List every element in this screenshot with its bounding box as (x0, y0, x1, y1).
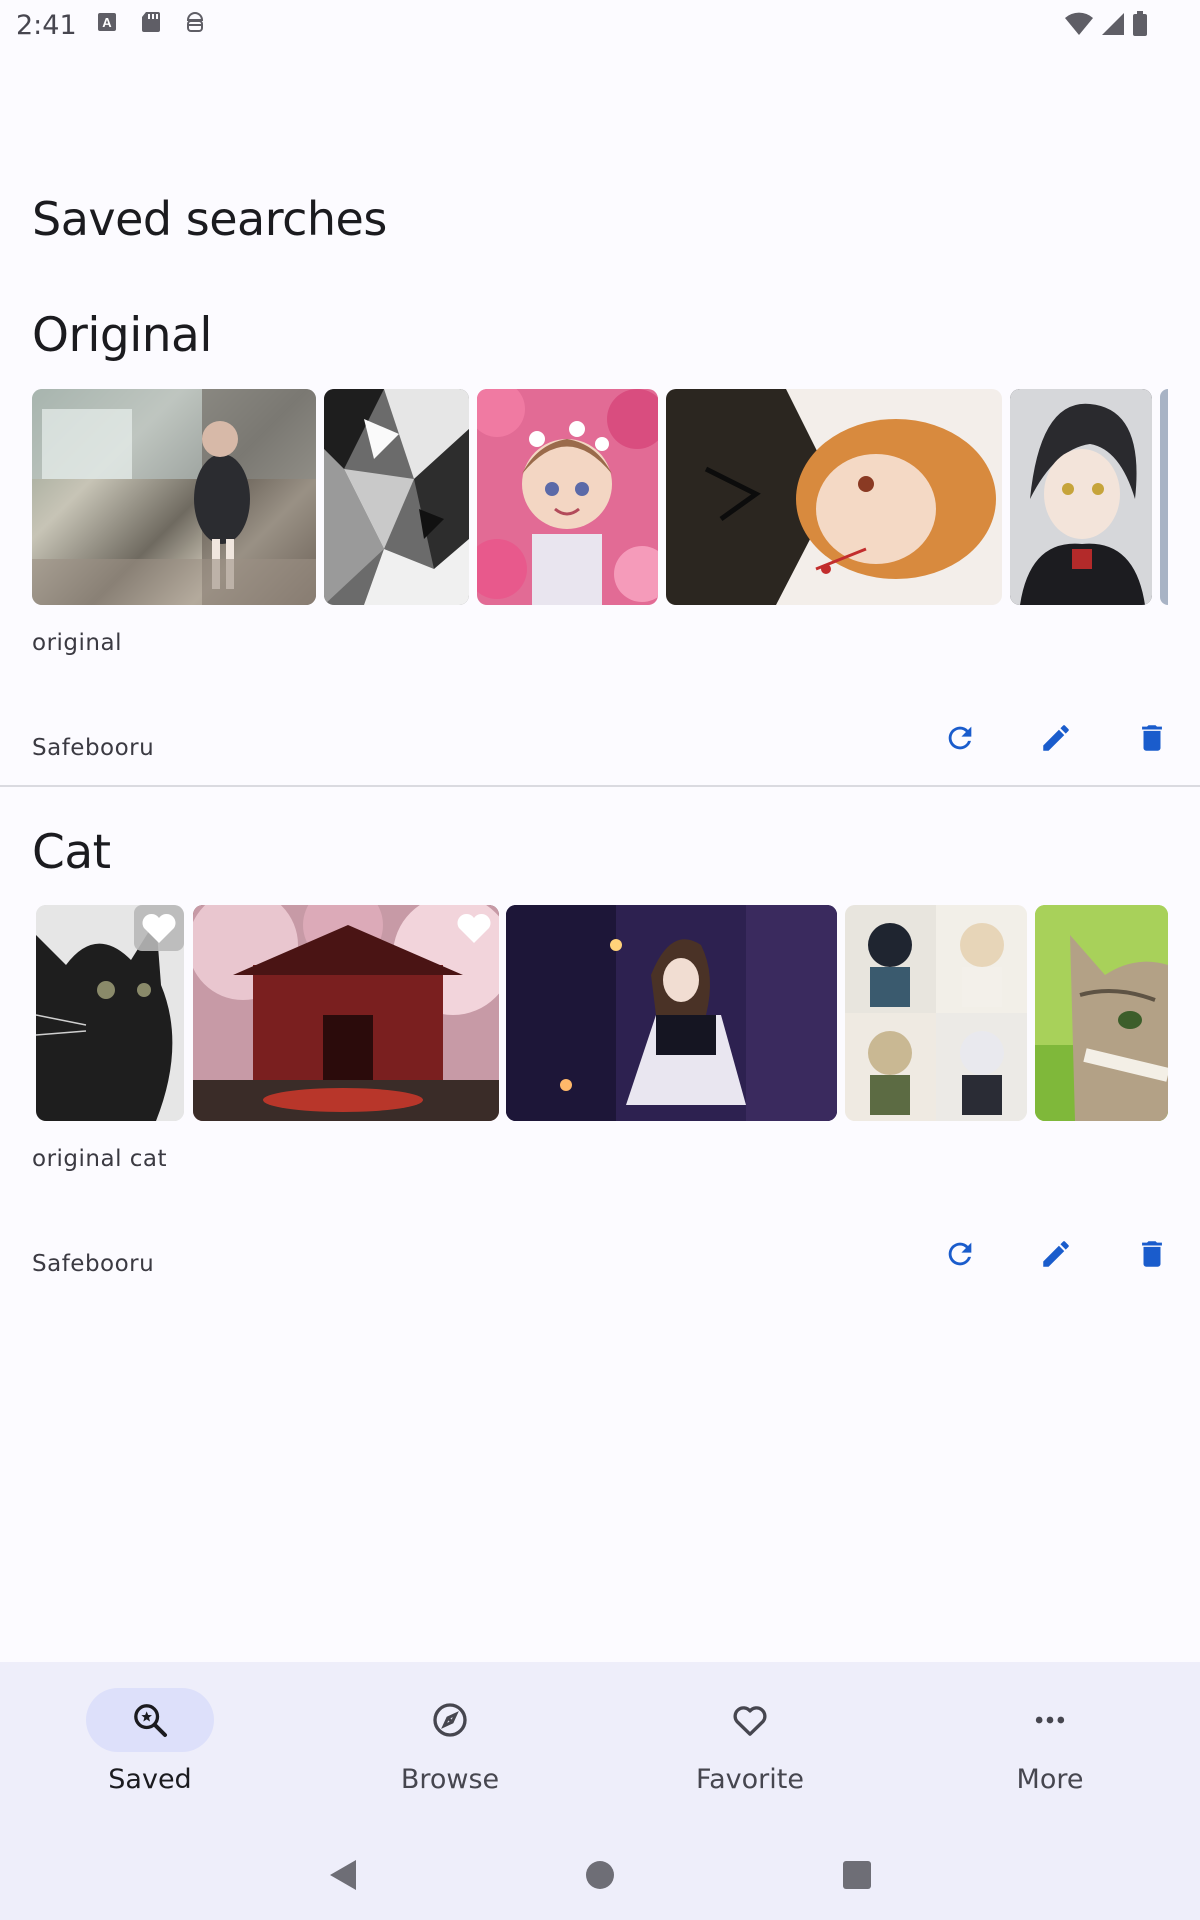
status-icons-right (1064, 10, 1148, 38)
search-source: Safebooru (32, 735, 155, 761)
thumbnail-strip[interactable] (32, 389, 1168, 605)
nav-label: Saved (108, 1764, 192, 1795)
saved-search-title[interactable]: Original (32, 308, 212, 363)
red-hair-boy-image[interactable] (666, 389, 1002, 605)
system-home-button[interactable] (575, 1850, 625, 1900)
system-recents-button[interactable] (832, 1850, 882, 1900)
refresh-icon (948, 726, 972, 750)
edit-pencil-icon (1043, 725, 1069, 751)
favorite-heart-icon[interactable] (449, 905, 499, 951)
nav-label: Browse (400, 1764, 500, 1795)
night-maid-image[interactable] (506, 905, 837, 1121)
monochrome-art-image[interactable] (324, 389, 469, 605)
search-query: original (32, 630, 122, 656)
delete-button[interactable] (1128, 714, 1176, 762)
nav-item-saved[interactable]: Saved (0, 1662, 300, 1832)
search-query: original cat (32, 1146, 168, 1172)
refresh-icon (948, 1242, 972, 1266)
nav-item-favorite[interactable]: Favorite (600, 1662, 900, 1832)
edit-button[interactable] (1032, 714, 1080, 762)
status-time: 2:41 (16, 10, 77, 41)
keyboard-a-icon: A (98, 13, 116, 31)
svg-text:A: A (102, 15, 112, 30)
nav-item-more[interactable]: More (900, 1662, 1200, 1832)
status-icons-left: A (96, 10, 206, 36)
system-back-button[interactable] (318, 1850, 368, 1900)
refresh-button[interactable] (936, 1230, 984, 1278)
cherry-blossom-temple-image[interactable] (193, 905, 499, 1121)
edit-pencil-icon (1043, 1241, 1069, 1267)
nav-label: More (1016, 1764, 1084, 1795)
back-icon (330, 1860, 356, 1890)
wifi-icon (1065, 12, 1093, 35)
sd-card-icon (142, 12, 160, 32)
home-icon (586, 1861, 614, 1889)
search-source: Safebooru (32, 1251, 155, 1277)
trash-icon (1142, 725, 1162, 751)
edit-button[interactable] (1032, 1230, 1080, 1278)
saved-search-title[interactable]: Cat (32, 825, 111, 880)
trash-icon (1142, 1241, 1162, 1267)
android-debug-icon (186, 12, 204, 32)
search-star-icon (134, 1704, 167, 1737)
page-title: Saved searches (32, 192, 387, 246)
cell-signal-icon (1102, 13, 1124, 35)
flower-girl-image[interactable] (477, 389, 658, 605)
more-dots-icon (1035, 1716, 1065, 1724)
delete-button[interactable] (1128, 1230, 1176, 1278)
refresh-button[interactable] (936, 714, 984, 762)
battery-icon (1133, 11, 1147, 36)
chibi-grid-image[interactable] (845, 905, 1027, 1121)
black-cat-image[interactable] (36, 905, 184, 1121)
compass-icon (433, 1703, 467, 1737)
favorite-heart-icon[interactable] (134, 905, 184, 951)
status-bar: 2:41 A (0, 0, 1200, 50)
tabby-cat-image[interactable] (1035, 905, 1168, 1121)
heart-icon (733, 1706, 767, 1736)
partial-image[interactable] (1160, 389, 1168, 605)
cafe-maid-image[interactable] (32, 389, 316, 605)
nav-label: Favorite (696, 1764, 804, 1795)
section-divider (0, 785, 1200, 787)
nav-item-browse[interactable]: Browse (300, 1662, 600, 1832)
system-navigation-bar (0, 1830, 1200, 1920)
dark-hair-boy-image[interactable] (1010, 389, 1152, 605)
thumbnail-strip[interactable] (32, 905, 1168, 1121)
recents-icon (843, 1861, 871, 1889)
